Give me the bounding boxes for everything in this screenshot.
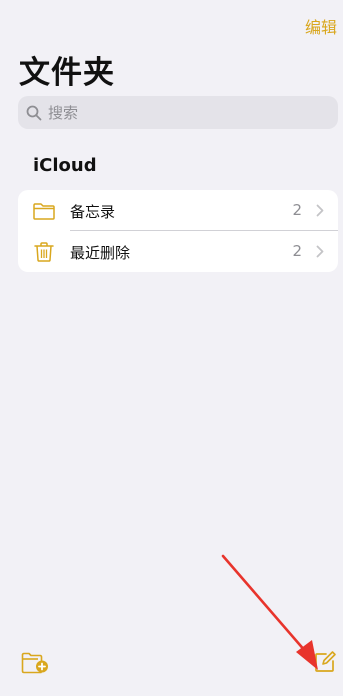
chevron-right-icon [316,204,324,217]
folder-plus-icon[interactable] [21,652,49,674]
chevron-right-icon [316,245,324,258]
edit-button[interactable]: 编辑 [305,14,337,38]
search-bar[interactable] [18,96,338,129]
folder-count: 2 [292,242,302,260]
trash-icon [34,242,54,262]
folder-label: 备忘录 [70,203,116,221]
compose-icon[interactable] [313,650,337,674]
folder-count: 2 [292,201,302,219]
section-header-icloud: iCloud [33,155,97,176]
folder-icon [33,203,55,220]
page-title: 文件夹 [19,55,115,91]
folder-row-notes[interactable]: 备忘录 2 [18,190,338,231]
search-input[interactable] [46,102,310,123]
folder-list: 备忘录 2 最近删除 2 [18,190,338,272]
search-icon [26,105,42,120]
folder-label: 最近删除 [70,244,131,262]
folder-row-recently-deleted[interactable]: 最近删除 2 [18,231,338,272]
